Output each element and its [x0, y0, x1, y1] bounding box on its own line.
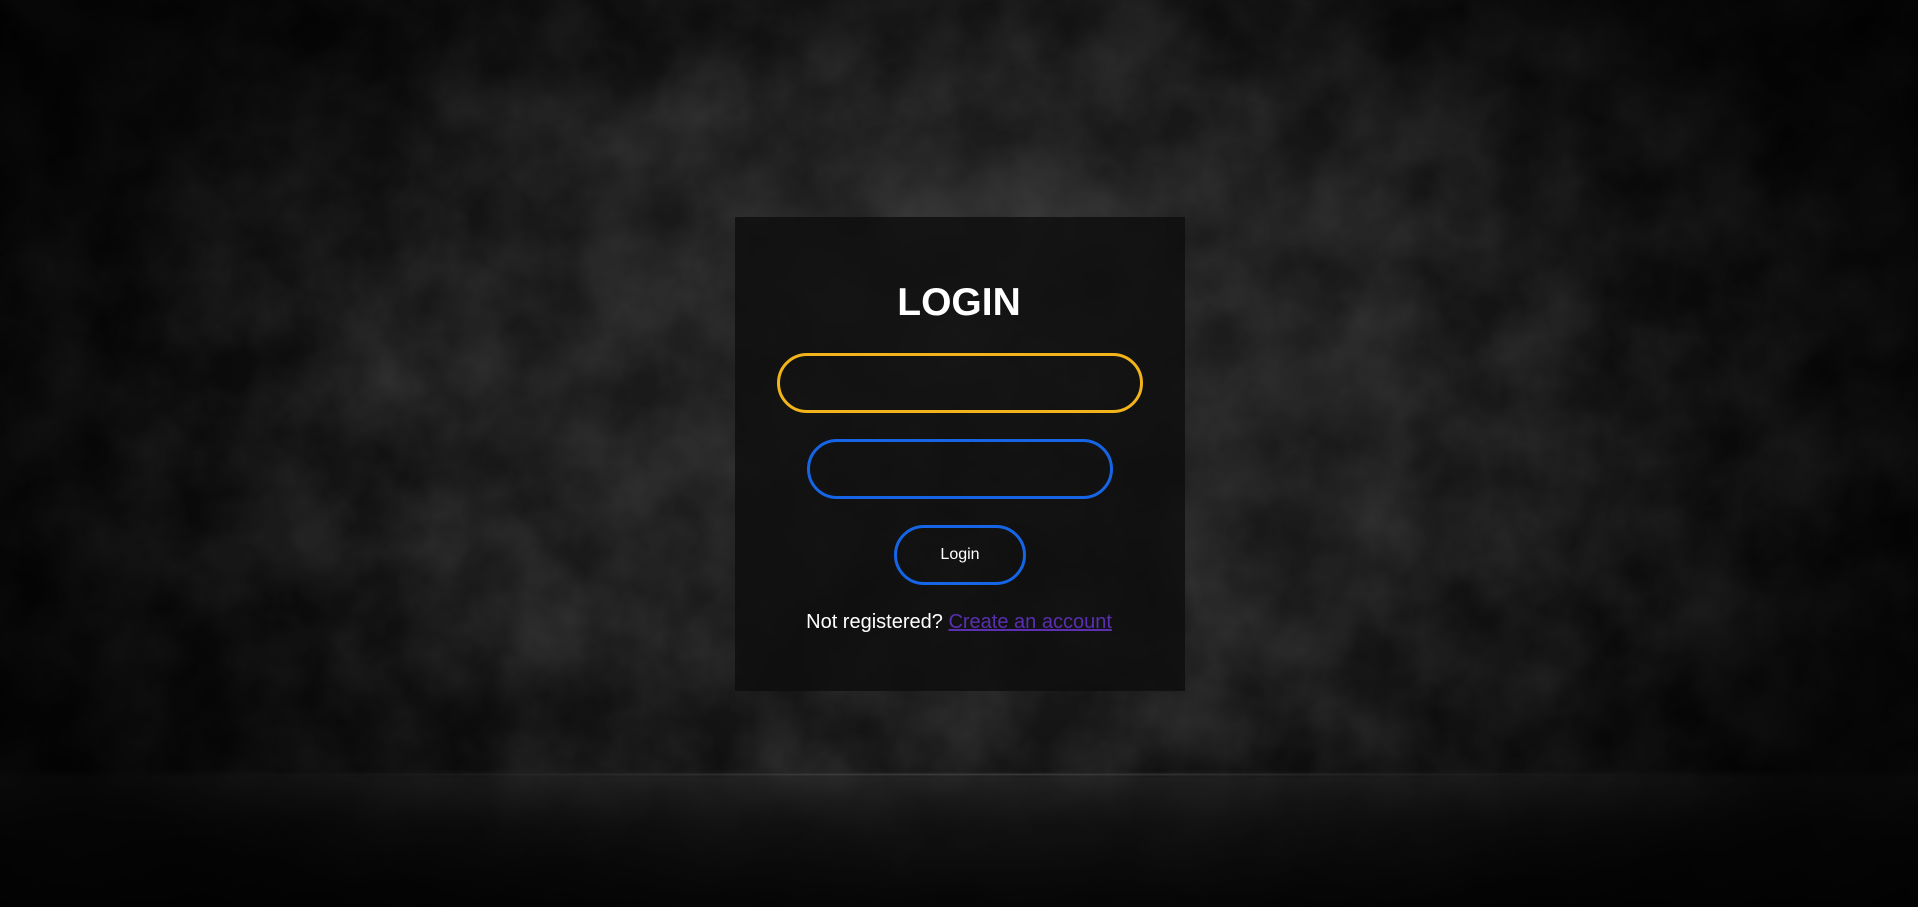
username-input[interactable]	[777, 353, 1143, 413]
register-prompt: Not registered?	[806, 611, 943, 633]
password-input[interactable]	[807, 439, 1113, 499]
login-button[interactable]: Login	[894, 525, 1026, 585]
create-account-link[interactable]: Create an account	[948, 611, 1111, 633]
page-title: LOGIN	[897, 281, 1021, 324]
register-prompt-line: Not registered? Create an account	[0, 609, 1918, 635]
